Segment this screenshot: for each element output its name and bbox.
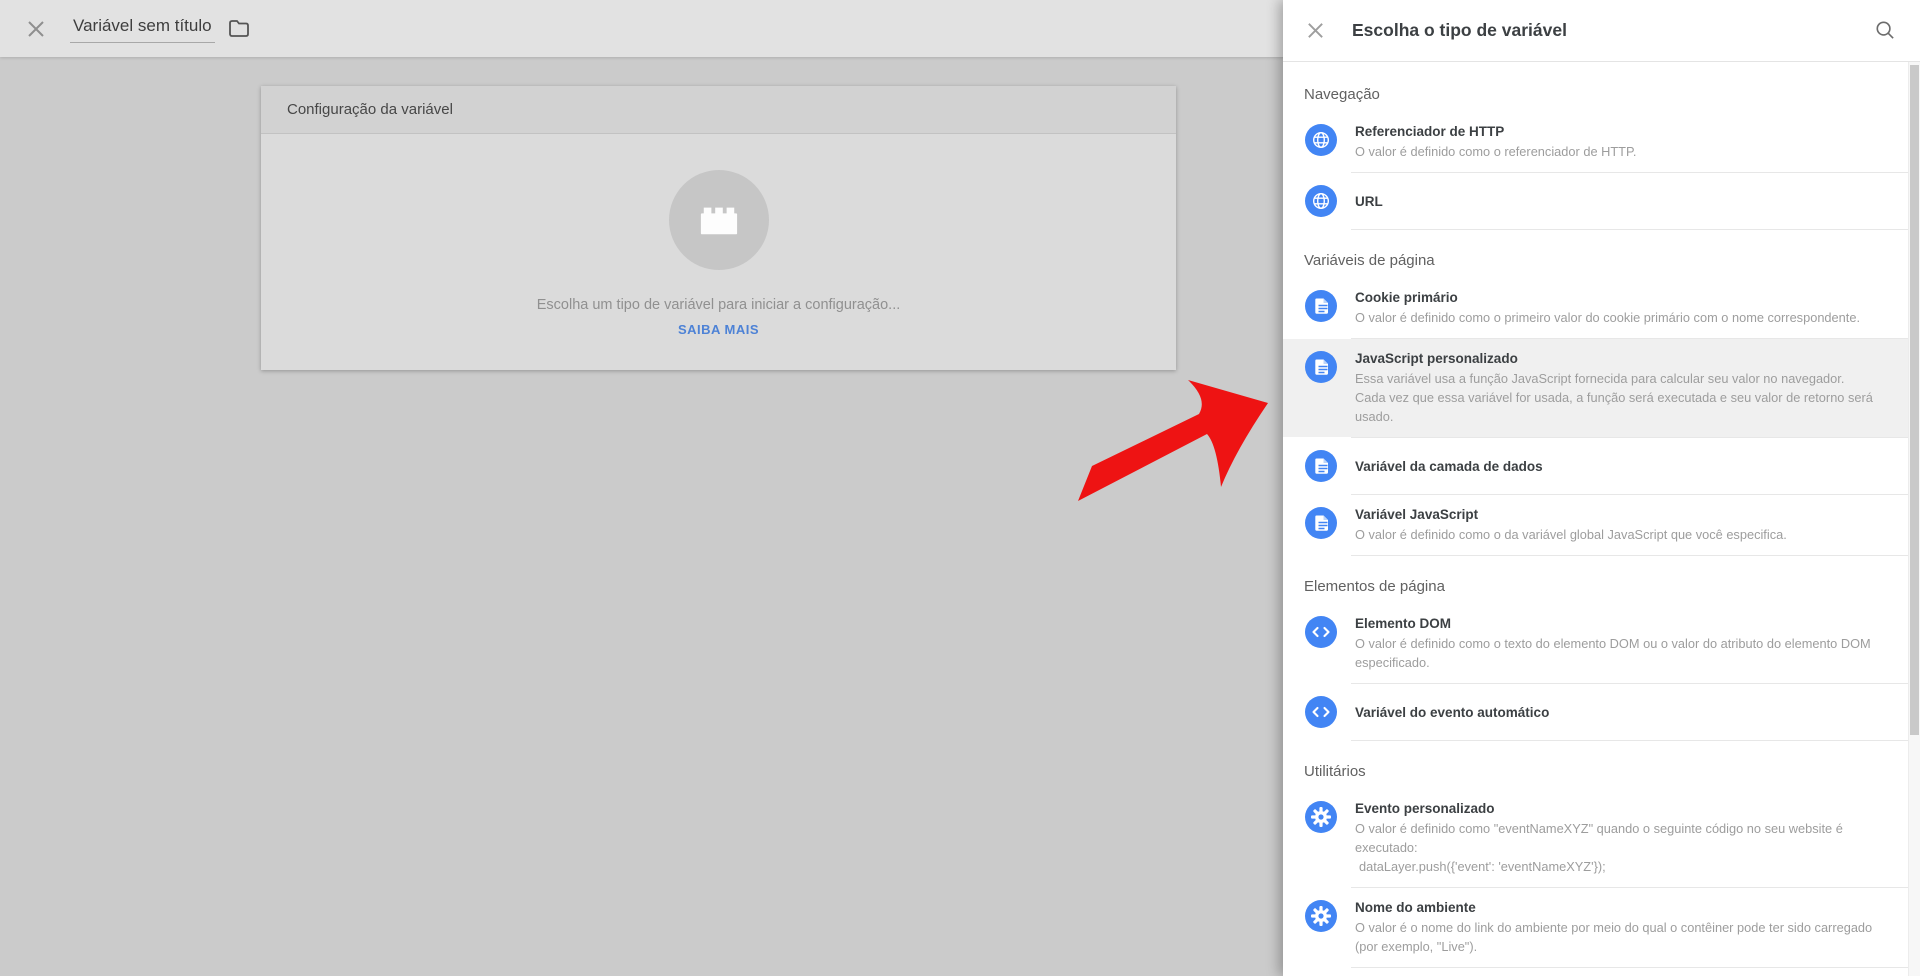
section-label-variaveis-de-pagina: Variáveis de página — [1283, 252, 1908, 270]
search-icon[interactable] — [1875, 20, 1896, 41]
section-label-elementos-de-pagina: Elementos de página — [1283, 578, 1908, 596]
gear-icon — [1304, 800, 1338, 834]
variable-type-description: O valor é definido como o da variável gl… — [1355, 525, 1787, 544]
row-divider — [1351, 229, 1908, 230]
row-divider — [1351, 555, 1908, 556]
brick-icon — [696, 200, 742, 240]
document-icon — [1304, 506, 1338, 540]
close-panel-icon[interactable] — [1306, 21, 1325, 40]
variable-type-title: JavaScript personalizado — [1355, 350, 1878, 367]
variable-type-title: Variável do evento automático — [1355, 704, 1549, 721]
close-editor-icon[interactable] — [26, 19, 46, 39]
variable-type-description: O valor é definido como o primeiro valor… — [1355, 308, 1860, 327]
variable-type-description: O valor é definido como "eventNameXYZ" q… — [1355, 819, 1878, 876]
code-icon — [1304, 695, 1338, 729]
variable-type-description: O valor é definido como o texto do eleme… — [1355, 634, 1878, 672]
globe-icon — [1304, 123, 1338, 157]
document-icon — [1304, 350, 1338, 384]
variable-type-title: Nome do ambiente — [1355, 899, 1878, 916]
variable-type-variavel-do-evento-automatico[interactable]: Variável do evento automático — [1283, 684, 1908, 740]
globe-icon — [1304, 184, 1338, 218]
variable-type-title: URL — [1355, 193, 1383, 210]
variable-type-numero-aleatorio[interactable]: Número aleatório O valor é definido como… — [1283, 968, 1908, 976]
variable-type-elemento-dom[interactable]: Elemento DOM O valor é definido como o t… — [1283, 604, 1908, 683]
scrollbar-thumb[interactable] — [1910, 65, 1919, 735]
variable-type-variavel-da-camada-de-dados[interactable]: Variável da camada de dados — [1283, 438, 1908, 494]
variable-placeholder-circle[interactable] — [669, 170, 769, 270]
variable-type-description: O valor é definido como o referenciador … — [1355, 142, 1636, 161]
variable-type-javascript-personalizado[interactable]: JavaScript personalizado Essa variável u… — [1283, 339, 1908, 437]
code-snippet: dataLayer.push({'event': 'eventNameXYZ'}… — [1355, 857, 1878, 876]
row-divider — [1351, 740, 1908, 741]
document-icon — [1304, 449, 1338, 483]
variable-type-title: Variável da camada de dados — [1355, 458, 1543, 475]
variable-type-description: Essa variável usa a função JavaScript fo… — [1355, 369, 1878, 426]
variable-type-title: Referenciador de HTTP — [1355, 123, 1636, 140]
panel-sections: Navegação Referenciador de HTTP O valor … — [1283, 62, 1908, 976]
variable-type-cookie-primario[interactable]: Cookie primário O valor é definido como … — [1283, 278, 1908, 338]
gear-icon — [1304, 899, 1338, 933]
variable-type-title: Variável JavaScript — [1355, 506, 1787, 523]
variable-type-title: Elemento DOM — [1355, 615, 1878, 632]
gtm-variable-editor: Variável sem título Configuração da vari… — [0, 0, 1920, 976]
code-icon — [1304, 615, 1338, 649]
variable-type-picker-panel: Escolha o tipo de variável Navegação Ref… — [1283, 0, 1920, 976]
red-annotation-arrow — [1070, 368, 1290, 518]
variable-configuration-card: Configuração da variável Escolha um tipo… — [261, 86, 1176, 370]
variable-type-referenciador-de-http[interactable]: Referenciador de HTTP O valor é definido… — [1283, 112, 1908, 172]
document-icon — [1304, 289, 1338, 323]
section-label-utilitarios: Utilitários — [1283, 763, 1908, 781]
card-hint-text: Escolha um tipo de variável para iniciar… — [261, 297, 1176, 313]
variable-type-nome-do-ambiente[interactable]: Nome do ambiente O valor é o nome do lin… — [1283, 888, 1908, 967]
variable-title-field[interactable]: Variável sem título — [70, 14, 215, 43]
card-header-title: Configuração da variável — [261, 86, 1176, 134]
folder-icon[interactable] — [228, 19, 250, 38]
panel-title: Escolha o tipo de variável — [1352, 20, 1567, 41]
variable-type-title: Evento personalizado — [1355, 800, 1878, 817]
learn-more-link[interactable]: SAIBA MAIS — [678, 322, 759, 337]
variable-type-url[interactable]: URL — [1283, 173, 1908, 229]
section-label-navegacao: Navegação — [1283, 86, 1908, 104]
variable-type-variavel-javascript[interactable]: Variável JavaScript O valor é definido c… — [1283, 495, 1908, 555]
variable-type-description: O valor é o nome do link do ambiente por… — [1355, 918, 1878, 956]
variable-type-title: Cookie primário — [1355, 289, 1860, 306]
panel-scrollbar — [1908, 62, 1920, 976]
variable-type-evento-personalizado[interactable]: Evento personalizado O valor é definido … — [1283, 789, 1908, 887]
panel-header: Escolha o tipo de variável — [1283, 0, 1920, 62]
